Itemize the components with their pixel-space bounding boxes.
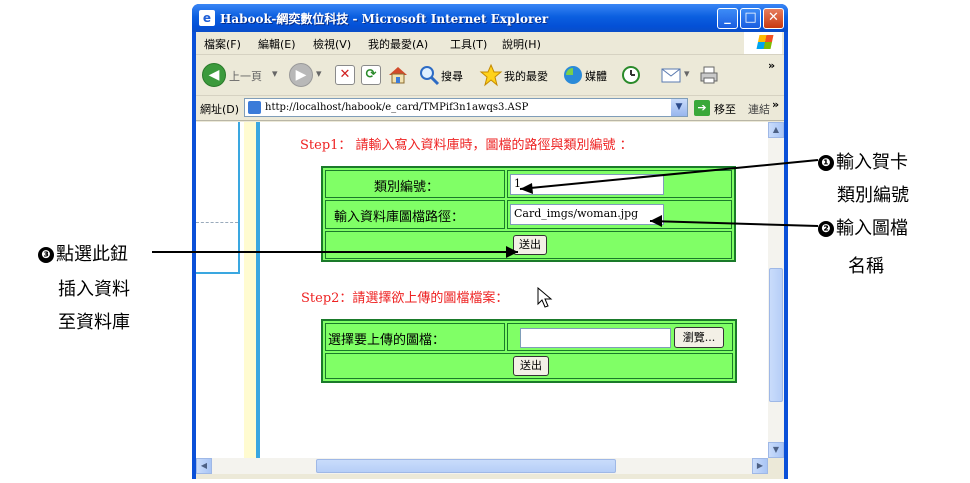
annotation-3: ❸ 點選此鈕 xyxy=(38,240,128,266)
leader-line-2 xyxy=(649,220,819,227)
annotation-lines xyxy=(152,159,819,258)
annotation-2-line1: 輸入圖檔 xyxy=(836,218,908,239)
annotation-2: ❷ 輸入圖檔 xyxy=(818,214,908,240)
leader-arrow-2 xyxy=(650,215,662,227)
annotation-1-line2: 類別編號 xyxy=(837,185,909,206)
leader-arrow-3 xyxy=(506,246,518,258)
annotation-2-line2: 名稱 xyxy=(848,256,884,277)
leader-line-1 xyxy=(519,159,819,190)
annotation-2-number: ❷ xyxy=(818,221,834,237)
annotation-1-line1: 輸入賀卡 xyxy=(836,152,908,173)
annotation-3-line2: 插入資料 xyxy=(58,279,130,300)
annotation-1: ❶ 輸入賀卡 xyxy=(818,148,908,174)
leader-arrow-1 xyxy=(520,183,533,194)
annotation-3-line1: 點選此鈕 xyxy=(56,244,128,265)
annotation-1-number: ❶ xyxy=(818,155,834,171)
annotation-3-number: ❸ xyxy=(38,247,54,263)
annotation-3-line3: 至資料庫 xyxy=(58,312,130,333)
